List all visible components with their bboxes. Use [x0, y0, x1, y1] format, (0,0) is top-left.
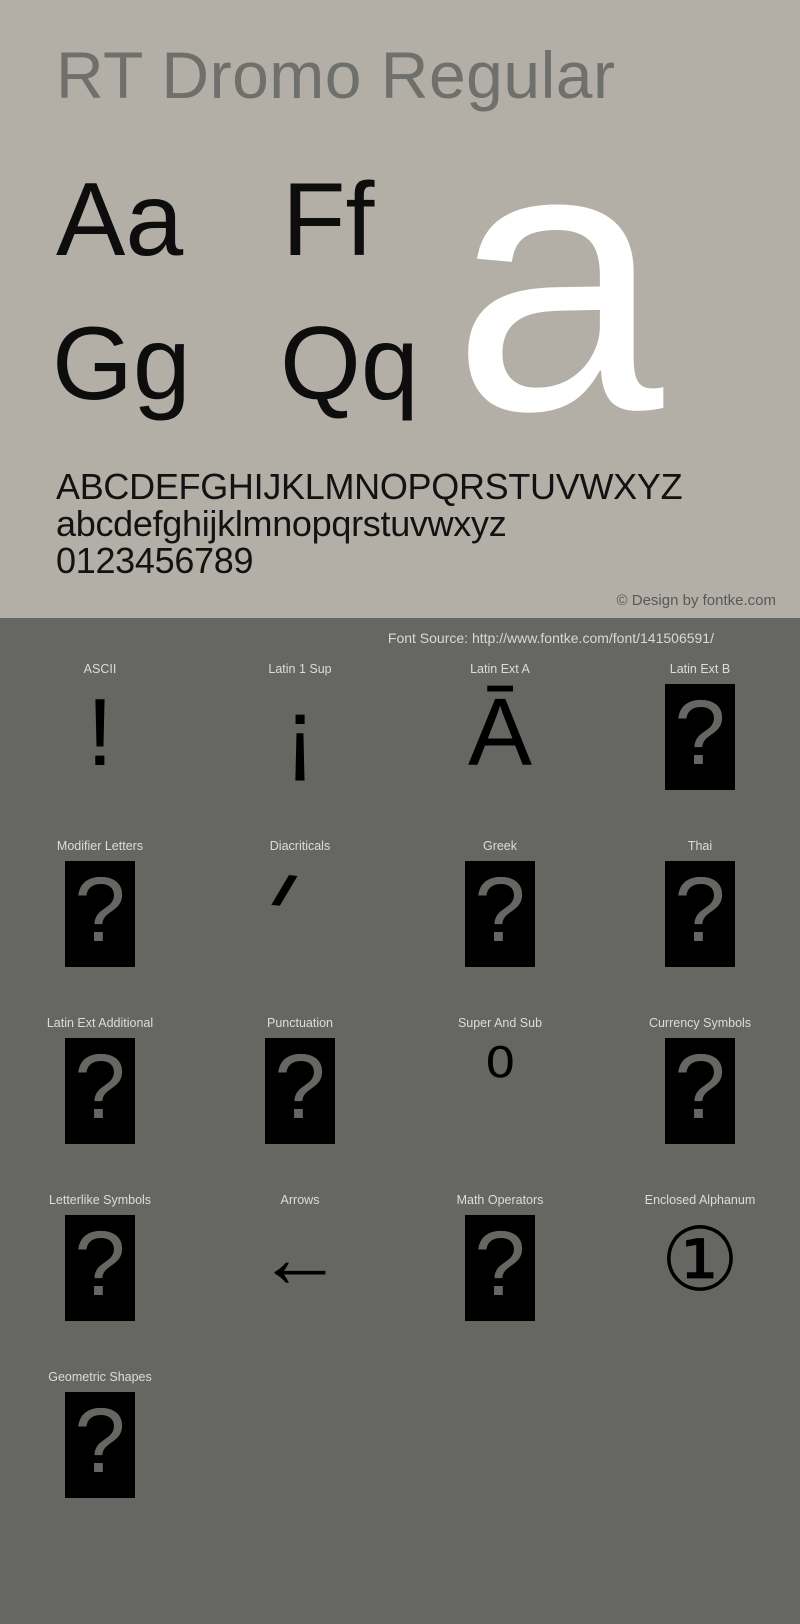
- unicode-block-cell: Geometric Shapes: [0, 1358, 200, 1535]
- unicode-block-cell: Diacriticals: [200, 827, 400, 1004]
- unicode-block-cell: Greek: [400, 827, 600, 1004]
- font-specimen-page: RT Dromo Regular Aa Ff Gg Qq a ABCDEFGHI…: [0, 0, 800, 1624]
- unicode-block-sample: !: [0, 680, 200, 827]
- unicode-block-label: Geometric Shapes: [48, 1370, 152, 1384]
- unicode-block-label: Letterlike Symbols: [48, 1193, 152, 1207]
- unicode-block-grid: ASCII! Latin 1 Sup ¡ Latin Ext A Ā Latin Ext …: [0, 650, 800, 1535]
- alphabet-lowercase: abcdefghijklmnopqrstuvwxyz: [56, 503, 507, 544]
- unicode-block-sample: [600, 680, 800, 827]
- unicode-block-sample: [0, 857, 200, 1004]
- unicode-block-sample: [0, 1211, 200, 1358]
- unicode-block-label: Math Operators: [456, 1193, 544, 1207]
- unicode-block-glyph: !: [86, 679, 114, 786]
- unicode-block-sample: [0, 1034, 200, 1181]
- unicode-block-sample: [200, 1034, 400, 1181]
- unicode-block-sample: [600, 1034, 800, 1181]
- unicode-block-cell: Enclosed Alphanum ①: [600, 1181, 800, 1358]
- unicode-block-sample: [600, 857, 800, 1004]
- unicode-block-label: Thai: [687, 839, 713, 853]
- missing-glyph-icon: [65, 1388, 135, 1498]
- unicode-block-label: Latin Ext B: [669, 662, 731, 676]
- missing-glyph-icon: [665, 1034, 735, 1144]
- unicode-block-sample: Ā: [400, 680, 600, 827]
- unicode-block-cell: Punctuation: [200, 1004, 400, 1181]
- unicode-block-cell: Arrows ←: [200, 1181, 400, 1358]
- glyph-pair-ff: Ff: [282, 162, 375, 278]
- missing-glyph-icon: [665, 680, 735, 790]
- alphabet-uppercase: ABCDEFGHIJKLMNOPQRSTUVWXYZ: [56, 466, 683, 507]
- missing-glyph-icon: [65, 857, 135, 967]
- unicode-block-label: Modifier Letters: [56, 839, 144, 853]
- unicode-block-cell: Math Operators: [400, 1181, 600, 1358]
- unicode-block-cell: Latin 1 Sup ¡: [200, 650, 400, 827]
- glyph-pair-grid: Aa Ff Gg Qq: [52, 150, 472, 430]
- glyph-pair-qq: Qq: [280, 306, 419, 422]
- unicode-block-cell: Latin Ext A Ā: [400, 650, 600, 827]
- unicode-block-cell: Super And Sub ⁰: [400, 1004, 600, 1181]
- unicode-block-sample: [400, 1211, 600, 1358]
- unicode-block-label: Greek: [482, 839, 518, 853]
- unicode-block-cell: ASCII!: [0, 650, 200, 827]
- unicode-block-cell: Modifier Letters: [0, 827, 200, 1004]
- unicode-block-label: ASCII: [83, 662, 117, 676]
- missing-glyph-icon: [65, 1211, 135, 1321]
- missing-glyph-icon: [65, 1034, 135, 1144]
- unicode-block-cell: Currency Symbols: [600, 1004, 800, 1181]
- unicode-block-glyph: Ā: [467, 679, 533, 786]
- unicode-block-glyph: ⁰: [484, 1034, 516, 1119]
- unicode-block-label: Currency Symbols: [648, 1016, 752, 1030]
- unicode-block-label: Latin Ext A: [470, 662, 530, 676]
- unicode-block-glyph: ←: [257, 1210, 343, 1306]
- unicode-block-sample: [400, 857, 600, 1004]
- specimen-panel: RT Dromo Regular Aa Ff Gg Qq a ABCDEFGHI…: [0, 0, 800, 618]
- unicode-coverage-panel: Font Source: http://www.fontke.com/font/…: [0, 618, 800, 1624]
- glyph-pair-aa: Aa: [56, 162, 184, 278]
- unicode-block-label: Latin 1 Sup: [268, 662, 332, 676]
- unicode-block-cell: Thai: [600, 827, 800, 1004]
- missing-glyph-icon: [465, 857, 535, 967]
- unicode-block-cell: Latin Ext Additional: [0, 1004, 200, 1181]
- unicode-block-label: Diacriticals: [269, 839, 331, 853]
- unicode-block-label: Latin Ext Additional: [46, 1016, 154, 1030]
- missing-glyph-icon: [665, 857, 735, 967]
- unicode-block-label: Enclosed Alphanum: [644, 1193, 756, 1207]
- unicode-block-sample: [0, 1388, 200, 1535]
- unicode-block-glyph: ¡: [284, 679, 316, 786]
- missing-glyph-icon: [465, 1211, 535, 1321]
- alphabet-block: ABCDEFGHIJKLMNOPQRSTUVWXYZ abcdefghijklm…: [56, 466, 683, 581]
- glyph-pair-gg: Gg: [52, 306, 191, 422]
- glyph-showcase: Aa Ff Gg Qq a: [0, 88, 800, 468]
- unicode-block-cell: Latin Ext B: [600, 650, 800, 827]
- unicode-block-cell: Letterlike Symbols: [0, 1181, 200, 1358]
- font-source-link[interactable]: Font Source: http://www.fontke.com/font/…: [388, 630, 714, 646]
- unicode-block-label: Punctuation: [266, 1016, 334, 1030]
- missing-glyph-icon: [265, 1034, 335, 1144]
- unicode-block-sample: ⁰: [400, 1034, 600, 1181]
- unicode-block-glyph: ①: [660, 1210, 740, 1309]
- unicode-block-sample: [200, 857, 400, 1004]
- feature-letter: a: [452, 65, 664, 490]
- copyright-credit: © Design by fontke.com: [616, 592, 776, 609]
- unicode-block-label: Super And Sub: [457, 1016, 543, 1030]
- unicode-block-sample: ¡: [200, 680, 400, 827]
- alphabet-digits: 0123456789: [56, 540, 254, 581]
- unicode-block-sample: ①: [600, 1211, 800, 1358]
- unicode-block-sample: ←: [200, 1211, 400, 1358]
- grave-accent-icon: [287, 875, 313, 901]
- unicode-block-label: Arrows: [280, 1193, 320, 1207]
